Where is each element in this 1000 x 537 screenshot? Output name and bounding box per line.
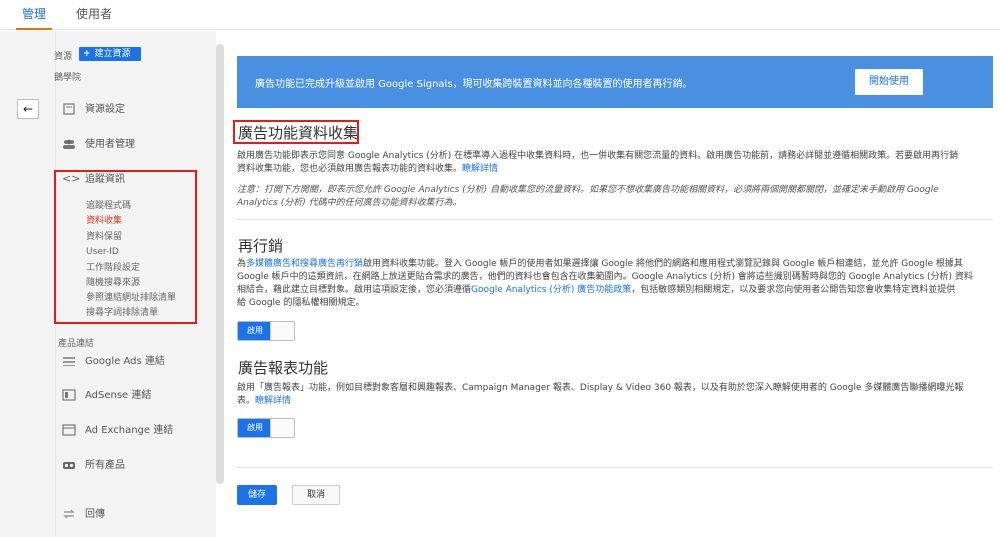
ad-features-description-text: 資料收集功能，您也必須啟用廣告報表功能的資料收集。 (237, 164, 463, 174)
ads-icon (62, 355, 76, 367)
sidebar-item-all-products[interactable]: 所有產品 (62, 457, 125, 475)
reports-learn-more-link[interactable]: 瞭解詳情 (255, 396, 291, 406)
tab-admin[interactable]: 管理 (16, 0, 53, 30)
sidebar-item-label: 使用者管理 (85, 139, 135, 150)
product-links-heading: 產品連結 (58, 339, 95, 349)
adexchange-icon (62, 424, 76, 436)
remarketing-text: 啟用資料收集功能。登入 Google 帳戶的使用者如果選擇讓 Google 將他… (363, 259, 963, 269)
toggle-on-label: 啟用 (238, 322, 272, 340)
create-resource-label: 建立資源 (94, 49, 131, 59)
remarketing-description-line-3: 相結合，藉此建立目標對象。啟用這項設定後，您必須遵循Google Analyti… (237, 284, 955, 297)
section-title-reports: 廣告報表功能 (238, 359, 329, 377)
remarketing-text: 為 (237, 259, 247, 269)
sidebar-item-google-ads-links[interactable]: Google Ads 連結 (62, 353, 165, 371)
reports-toggle[interactable]: 啟用 (237, 418, 295, 438)
top-nav: 管理 使用者 (0, 0, 1000, 30)
adsense-icon (62, 389, 76, 401)
cancel-button[interactable]: 取消 (292, 485, 340, 505)
sidebar-item-postbacks[interactable]: 回傳 (62, 506, 105, 524)
resource-label: 資源 (54, 52, 73, 62)
plus-icon: + (83, 49, 91, 59)
remarketing-description-line-2: Google 帳戶中的這類資訊，在網路上放送更貼合需求的廣告，他們的資料也會包含… (237, 272, 973, 282)
sidebar-item-label: 回傳 (85, 509, 105, 520)
signals-banner: 廣告功能已完成升級並啟用 Google Signals，現可收集跨裝置資料並向各… (237, 56, 993, 108)
ad-features-note-line-1: 注意：打開下方開關，即表示您允許 Google Analytics (分析) 自… (237, 185, 939, 195)
reports-text: 表。 (237, 396, 256, 406)
sidebar-item-user-management[interactable]: 使用者管理 (62, 136, 135, 154)
remarketing-text: 相結合，藉此建立目標對象。啟用這項設定後，您必須遵循 (237, 285, 472, 295)
remarketing-description-line-4: 給 Google 的隱私權相關規定。 (237, 298, 365, 308)
banner-text: 廣告功能已完成升級並啟用 Google Signals，現可收集跨裝置資料並向各… (255, 79, 693, 90)
remarketing-link[interactable]: 多媒體廣告和搜尋廣告再行銷 (246, 259, 363, 269)
reports-description-line-2: 表。瞭解詳情 (237, 395, 291, 408)
toggle-knob (270, 419, 294, 437)
back-arrow-icon[interactable]: ← (17, 99, 39, 119)
section-title-remarketing: 再行銷 (238, 237, 284, 255)
sidebar-item-label: Google Ads 連結 (85, 356, 165, 367)
account-name: 鵝學院 (54, 73, 82, 83)
tab-users[interactable]: 使用者 (70, 0, 118, 30)
main-content: 廣告功能已完成升級並啟用 Google Signals，現可收集跨裝置資料並向各… (224, 31, 1000, 537)
ads-policy-link[interactable]: Google Analytics (分析) 廣告功能政策 (471, 285, 631, 295)
sidebar-item-property-settings[interactable]: 資源設定 (62, 101, 125, 119)
sidebar-item-label: 所有產品 (85, 460, 125, 471)
toggle-on-label: 啟用 (238, 419, 272, 437)
sidebar-scrollbar[interactable] (216, 44, 224, 484)
get-started-button[interactable]: 開始使用 (855, 69, 923, 95)
sidebar-item-adexchange-links[interactable]: Ad Exchange 連結 (62, 422, 173, 440)
sidebar-item-label: Ad Exchange 連結 (85, 425, 174, 436)
reports-description-line-1: 啟用「廣告報表」功能，例如目標對象客層和興趣報表、Campaign Manage… (237, 383, 964, 393)
toggle-knob (270, 322, 294, 340)
users-icon (62, 138, 76, 150)
remarketing-description-line-1: 為多媒體廣告和搜尋廣告再行銷啟用資料收集功能。登入 Google 帳戶的使用者如… (237, 258, 963, 271)
remarketing-text: ，包括敏感類別相關規定，以及要求您向使用者公開告知您會收集特定資料並提供 (631, 285, 956, 295)
postback-icon (62, 508, 76, 520)
highlight-box-title (233, 120, 359, 144)
sidebar-item-adsense-links[interactable]: AdSense 連結 (62, 387, 151, 405)
link-icon (62, 459, 76, 471)
create-resource-button[interactable]: + 建立資源 (79, 47, 141, 61)
highlight-box-tracking (54, 170, 197, 324)
actions-divider (237, 467, 993, 468)
learn-more-link[interactable]: 瞭解詳情 (462, 164, 498, 174)
ad-features-note-line-2: Analytics (分析) 代碼中的任何廣告功能資料收集行為。 (237, 198, 462, 208)
ad-features-description-line-1: 啟用廣告功能即表示您同意 Google Analytics (分析) 在標準導入… (237, 151, 959, 161)
sidebar-item-label: AdSense 連結 (85, 390, 152, 401)
save-button[interactable]: 儲存 (237, 485, 277, 505)
ad-features-description-line-2: 資料收集功能，您也必須啟用廣告報表功能的資料收集。瞭解詳情 (237, 163, 498, 176)
document-icon (62, 103, 76, 115)
sidebar-item-label: 資源設定 (85, 104, 125, 115)
section-divider (237, 219, 993, 220)
remarketing-toggle[interactable]: 啟用 (237, 321, 295, 341)
